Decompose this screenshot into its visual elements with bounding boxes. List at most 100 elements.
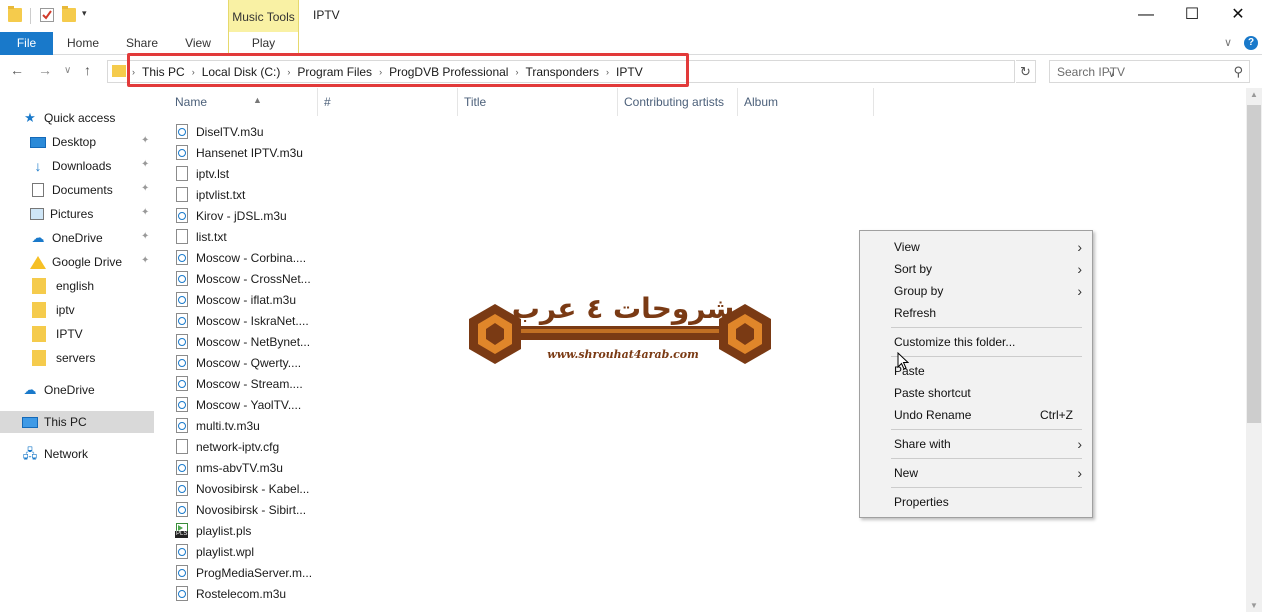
sidebar-item-quick-access[interactable]: ★ Quick access (0, 107, 154, 129)
breadcrumb-local-disk[interactable]: Local Disk (C:) (197, 65, 286, 79)
sidebar-item-desktop[interactable]: Desktop ✦ (0, 131, 154, 153)
back-button[interactable]: ← (10, 62, 24, 78)
properties-check-icon[interactable] (40, 8, 54, 22)
file-row[interactable]: Moscow - iflat.m3u (176, 289, 296, 310)
file-row[interactable]: playlist.pls (175, 520, 252, 541)
customize-toolbar-icon[interactable]: ▾ (82, 8, 96, 22)
menu-item-group-by[interactable]: Group by › (860, 280, 1092, 302)
breadcrumb-separator[interactable]: › (513, 67, 520, 77)
menu-item-customize-folder[interactable]: Customize this folder... (860, 331, 1092, 353)
cloud-icon: ☁ (31, 230, 45, 245)
file-row[interactable]: Kirov - jDSL.m3u (176, 205, 287, 226)
address-bar[interactable]: › This PC › Local Disk (C:) › Program Fi… (107, 60, 1115, 83)
file-row[interactable]: Novosibirsk - Sibirt... (176, 499, 306, 520)
new-folder-icon[interactable] (62, 6, 76, 22)
file-row[interactable]: playlist.wpl (176, 541, 254, 562)
breadcrumb-transponders[interactable]: Transponders (520, 65, 604, 79)
sidebar-item-downloads[interactable]: ↓ Downloads ✦ (0, 155, 154, 177)
column-header-title[interactable]: Title (458, 88, 618, 116)
sidebar-item-network[interactable]: 🖧 Network (0, 443, 154, 465)
menu-item-properties[interactable]: Properties (860, 491, 1092, 513)
tab-view[interactable]: View (173, 32, 223, 55)
file-row[interactable]: Moscow - NetBynet... (176, 331, 310, 352)
sidebar-item-onedrive[interactable]: ☁ OneDrive (0, 379, 154, 401)
sidebar-item-documents[interactable]: Documents ✦ (0, 179, 154, 201)
file-row[interactable]: Moscow - Corbina.... (176, 247, 306, 268)
scroll-down-icon[interactable]: ▼ (1246, 601, 1262, 610)
file-row[interactable]: iptvlist.txt (176, 184, 245, 205)
up-button[interactable]: ↑ (84, 62, 91, 78)
breadcrumb-separator[interactable]: › (377, 67, 384, 77)
close-button[interactable]: ✕ (1215, 0, 1261, 32)
sidebar-item-english[interactable]: english (0, 275, 154, 297)
sidebar-item-google-drive[interactable]: Google Drive ✦ (0, 251, 154, 273)
sidebar-item-iptv-upper[interactable]: IPTV (0, 323, 154, 345)
file-row[interactable]: nms-abvTV.m3u (176, 457, 283, 478)
minimize-button[interactable]: — (1123, 0, 1169, 32)
menu-item-refresh[interactable]: Refresh (860, 302, 1092, 324)
column-header-album[interactable]: Album (738, 88, 874, 116)
menu-item-paste-shortcut[interactable]: Paste shortcut (860, 382, 1092, 404)
menu-item-view[interactable]: View › (860, 236, 1092, 258)
breadcrumb-this-pc[interactable]: This PC (137, 65, 190, 79)
breadcrumb-iptv[interactable]: IPTV (611, 65, 648, 79)
tab-home[interactable]: Home (58, 32, 108, 55)
menu-item-sort-by[interactable]: Sort by › (860, 258, 1092, 280)
file-name: Rostelecom.m3u (196, 586, 287, 601)
forward-button[interactable]: → (38, 62, 52, 78)
recent-locations-button[interactable]: ∨ (64, 65, 71, 76)
file-row[interactable]: Moscow - Qwerty.... (176, 352, 301, 373)
scroll-up-icon[interactable]: ▲ (1246, 90, 1262, 99)
scrollbar-thumb[interactable] (1247, 105, 1261, 423)
column-header-contributing-artists[interactable]: Contributing artists (618, 88, 738, 116)
column-header-number[interactable]: # (318, 88, 458, 116)
file-row[interactable]: Moscow - IskraNet.... (176, 310, 309, 331)
text-file-icon (176, 187, 188, 202)
breadcrumb-separator[interactable]: › (285, 67, 292, 77)
menu-item-undo-rename[interactable]: Undo Rename Ctrl+Z (860, 404, 1092, 426)
file-row[interactable]: Novosibirsk - Kabel... (176, 478, 309, 499)
sidebar-item-label: servers (56, 351, 96, 365)
sidebar-item-pictures[interactable]: Pictures ✦ (0, 203, 154, 225)
maximize-button[interactable]: ☐ (1169, 0, 1215, 32)
breadcrumb-progdvb[interactable]: ProgDVB Professional (384, 65, 513, 79)
folder-icon[interactable] (8, 6, 22, 22)
file-row[interactable]: multi.tv.m3u (176, 415, 260, 436)
tab-play[interactable]: Play (228, 32, 299, 55)
file-row[interactable]: DiselTV.m3u (176, 121, 264, 142)
menu-separator (891, 458, 1082, 459)
file-row[interactable]: network-iptv.cfg (176, 436, 279, 457)
tab-share[interactable]: Share (117, 32, 167, 55)
star-icon: ★ (24, 110, 36, 125)
sidebar-item-label: IPTV (56, 327, 83, 341)
help-icon[interactable]: ? (1244, 36, 1258, 50)
file-row[interactable]: iptv.lst (176, 163, 229, 184)
file-row[interactable]: list.txt (176, 226, 227, 247)
file-row[interactable]: Moscow - Stream.... (176, 373, 303, 394)
file-row[interactable]: Moscow - CrossNet... (176, 268, 311, 289)
sidebar-item-onedrive-pinned[interactable]: ☁ OneDrive ✦ (0, 227, 154, 249)
file-row[interactable]: Moscow - YaolTV.... (176, 394, 301, 415)
refresh-button[interactable]: ↻ (1016, 60, 1036, 83)
sidebar-item-label: english (56, 279, 95, 293)
sidebar-item-this-pc[interactable]: This PC (0, 411, 154, 433)
sidebar-item-iptv-lower[interactable]: iptv (0, 299, 154, 321)
vertical-scrollbar[interactable]: ▲ ▼ (1246, 88, 1262, 612)
file-row[interactable]: Rostelecom.m3u (176, 583, 286, 604)
pin-icon: ✦ (141, 231, 150, 242)
breadcrumb-program-files[interactable]: Program Files (292, 65, 377, 79)
column-header-name[interactable]: ▲ Name (169, 88, 318, 116)
menu-item-label: Group by (894, 284, 944, 298)
breadcrumb-separator[interactable]: › (190, 67, 197, 77)
expand-ribbon-icon[interactable]: ∨ (1224, 36, 1232, 49)
sidebar-item-servers[interactable]: servers (0, 347, 154, 369)
menu-item-share-with[interactable]: Share with › (860, 433, 1092, 455)
search-input[interactable]: Search IPTV ⚲ (1049, 60, 1250, 83)
file-row[interactable]: ProgMediaServer.m... (176, 562, 312, 583)
menu-item-new[interactable]: New › (860, 462, 1092, 484)
file-name: playlist.pls (196, 523, 252, 538)
file-row[interactable]: Hansenet IPTV.m3u (176, 142, 303, 163)
menu-item-paste[interactable]: Paste (860, 360, 1092, 382)
breadcrumb-separator[interactable]: › (604, 67, 611, 77)
tab-file[interactable]: File (0, 32, 53, 55)
